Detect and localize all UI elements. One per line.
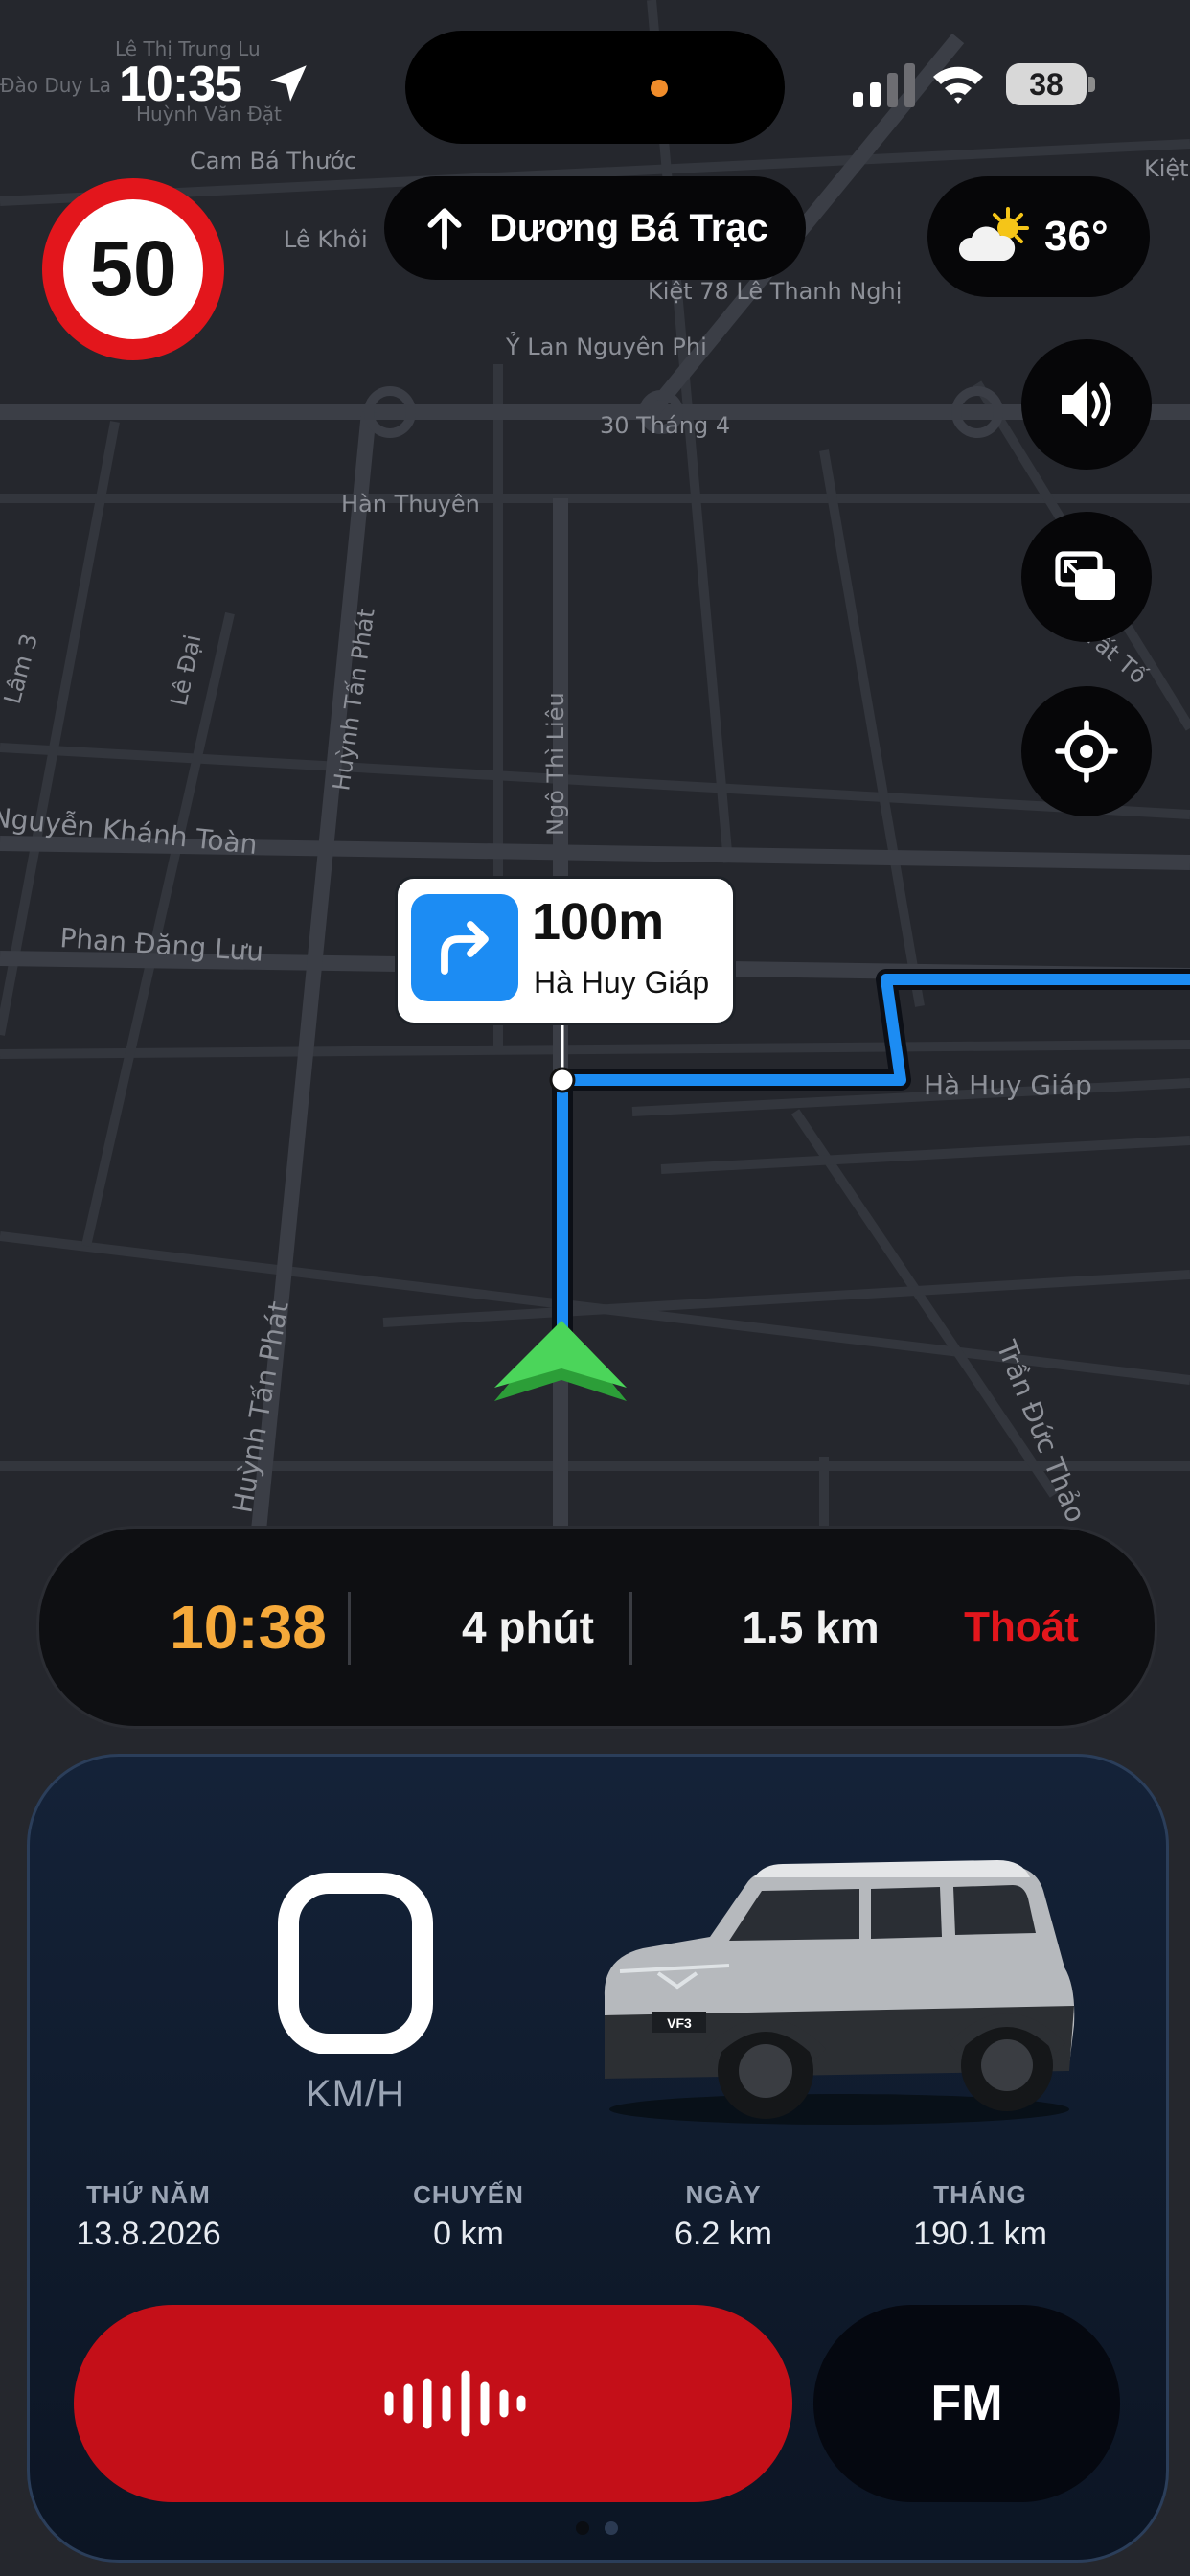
current-street-name: Dương Bá Trạc [490,207,768,249]
map-label: Hà Huy Giáp [924,1070,1092,1101]
weather-widget[interactable]: 36° [927,176,1150,297]
next-maneuver-card[interactable]: 100m Hà Huy Giáp [395,876,736,1025]
map-label: Huỳnh Tấn Phát [226,1299,294,1515]
map-label: 30 Tháng 4 [600,412,730,439]
speed-limit-value: 50 [63,199,203,339]
stat-day: NGÀY 6.2 km [674,2180,773,2252]
current-street-pill: Dương Bá Trạc [384,176,806,280]
stat-trip: CHUYẾN 0 km [413,2180,524,2252]
location-arrow-icon [270,65,307,102]
status-time: 10:35 [119,57,242,112]
trip-summary-bar: 10:38 4 phút 1.5 km Thoát [36,1526,1157,1729]
privacy-indicator [651,80,668,97]
map-label: Ỷ Lan Nguyên Phi [505,331,707,360]
battery-indicator: 38 [1006,63,1087,105]
speaker-icon [1062,381,1111,427]
map-label: Lê Khôi [284,226,368,253]
arrival-time: 10:38 [170,1593,327,1662]
map-label: Hàn Thuyên [341,491,480,518]
map-label: Kiệt 78 Lê Thanh Nghị [648,278,902,305]
map-label: Cam Bá Thước [190,148,356,174]
speed-unit: KM/H [306,2073,405,2115]
divider [629,1592,632,1665]
maneuver-icon-box [411,894,518,1001]
maneuver-distance: 100m [532,893,665,951]
map-label: Đào Duy La [0,74,111,97]
divider [348,1592,351,1665]
cellular-signal-icon [853,63,915,107]
trip-distance: 1.5 km [742,1602,880,1652]
page-indicator-active[interactable] [576,2521,589,2535]
crosshair-icon [1055,720,1118,783]
turn-right-icon [441,921,489,975]
speed-limit-sign: 50 [42,178,224,360]
wifi-icon [933,66,983,104]
voice-waveform-icon [384,2370,526,2437]
license-plate: VF3 [667,2015,692,2031]
partly-sunny-icon [958,207,1029,261]
weather-temperature: 36° [1044,213,1109,260]
picture-in-picture-icon [1055,551,1115,600]
exit-navigation-button[interactable]: Thoát [940,1529,1103,1726]
map-label: Lâm 3 [0,631,43,706]
maneuver-street: Hà Huy Giáp [534,965,710,1000]
stat-month: THÁNG 190.1 km [913,2180,1047,2252]
trip-duration: 4 phút [462,1602,594,1652]
vehicle-image: VF3 [604,1860,1075,2125]
vehicle-panel: 0 KM/H VF3 THỨ NĂM 13.8.2026 CHUYẾN 0 km… [27,1754,1169,2563]
svg-text:0: 0 [355,1986,356,1988]
dynamic-island [405,31,785,144]
recenter-button[interactable] [1021,686,1152,816]
map-label: Kiệt 1 [1144,155,1190,182]
voice-assistant-button[interactable] [74,2305,792,2502]
volume-button[interactable] [1021,339,1152,470]
current-speed: 0 [278,1873,433,2054]
route-node [549,1067,576,1093]
page-indicator[interactable] [605,2521,618,2535]
map-label: Lê Đại [165,632,206,709]
battery-nub [1088,77,1095,92]
picture-in-picture-button[interactable] [1021,512,1152,642]
fm-radio-button[interactable]: FM [813,2305,1120,2502]
stat-date: THỨ NĂM 13.8.2026 [76,2180,221,2252]
map-label: Ngô Thì Liêu [542,692,569,836]
arrow-up-icon [427,208,462,250]
